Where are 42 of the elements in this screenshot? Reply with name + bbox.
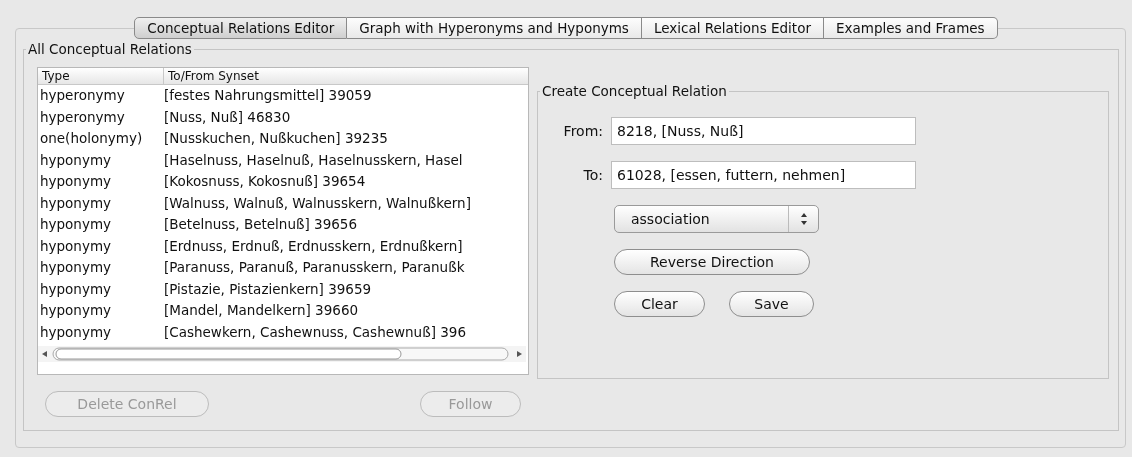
table-cell-text: [Betelnuss, Betelnuß] 39656: [164, 215, 357, 234]
table-cell-text: hyponymy: [39, 301, 113, 320]
table-cell-text: hyperonymy: [39, 107, 126, 127]
table-cell-text: hyponymy: [39, 150, 113, 170]
table-cell-text: one(holonymy): [39, 129, 144, 148]
table-cell-text: [Haselnuss, Haselnuß, Haselnusskern, Hasel: [164, 150, 463, 170]
field-label: To:: [582, 165, 604, 185]
tab[interactable]: Graph with Hyperonyms and Hyponyms: [347, 17, 642, 39]
tab[interactable]: Examples and Frames: [823, 17, 998, 39]
tab[interactable]: Conceptual Relations Editor: [134, 17, 348, 39]
tab[interactable]: Lexical Relations Editor: [641, 17, 824, 39]
reverse-direction-button[interactable]: Reverse Direction: [614, 249, 810, 275]
save-button[interactable]: Save: [729, 291, 814, 317]
group-title: All Conceptual Relations: [26, 40, 194, 58]
table-cell-text: [Kokosnuss, Kokosnuß] 39654: [164, 172, 366, 191]
input-field[interactable]: 8218, [Nuss, Nuß]: [611, 117, 916, 145]
stepper-icon: [799, 212, 808, 226]
table-cell-text: [festes Nahrungsmittel] 39059: [164, 86, 372, 105]
table-cell-text: hyponymy: [39, 193, 113, 213]
group-title: Create Conceptual Relation: [540, 82, 729, 100]
table-cell-text: [Erdnuss, Erdnuß, Erdnusskern, Erdnußkern]: [164, 236, 463, 256]
input-field[interactable]: 61028, [essen, futtern, nehmen]: [611, 161, 916, 189]
table-cell-text: [Cashewkern, Cashewnuss, Cashewnuß] 396: [164, 322, 466, 342]
table-cell-text: hyponymy: [39, 236, 113, 256]
relation-type-dropdown[interactable]: association: [614, 205, 819, 233]
table-cell-text: hyponymy: [39, 279, 113, 299]
horizontal-scrollbar[interactable]: [38, 346, 526, 362]
table-cell-text: [Walnuss, Walnuß, Walnusskern, Walnußkern]: [164, 193, 471, 213]
table-cell-text: hyponymy: [39, 215, 113, 234]
column-header[interactable]: Type: [38, 68, 164, 84]
table-cell-text: [Paranuss, Paranuß, Paranusskern, Paranußk: [164, 258, 465, 277]
table-cell-text: hyponymy: [39, 322, 113, 342]
table-cell-text: [Pistazie, Pistazienkern] 39659: [164, 279, 372, 299]
table-cell-text: hyponymy: [39, 172, 113, 191]
column-header[interactable]: To/From Synset: [164, 68, 259, 84]
clear-button[interactable]: Clear: [614, 291, 705, 317]
table-cell-text: [Mandel, Mandelkern] 39660: [164, 301, 359, 320]
table-cell-text: hyponymy: [39, 258, 113, 277]
table-cell-text: [Nusskuchen, Nußkuchen] 39235: [164, 129, 388, 148]
table-cell-text: [Nuss, Nuß] 46830: [164, 107, 291, 127]
field-label: From:: [562, 121, 604, 141]
table-cell-text: hyperonymy: [39, 86, 126, 105]
